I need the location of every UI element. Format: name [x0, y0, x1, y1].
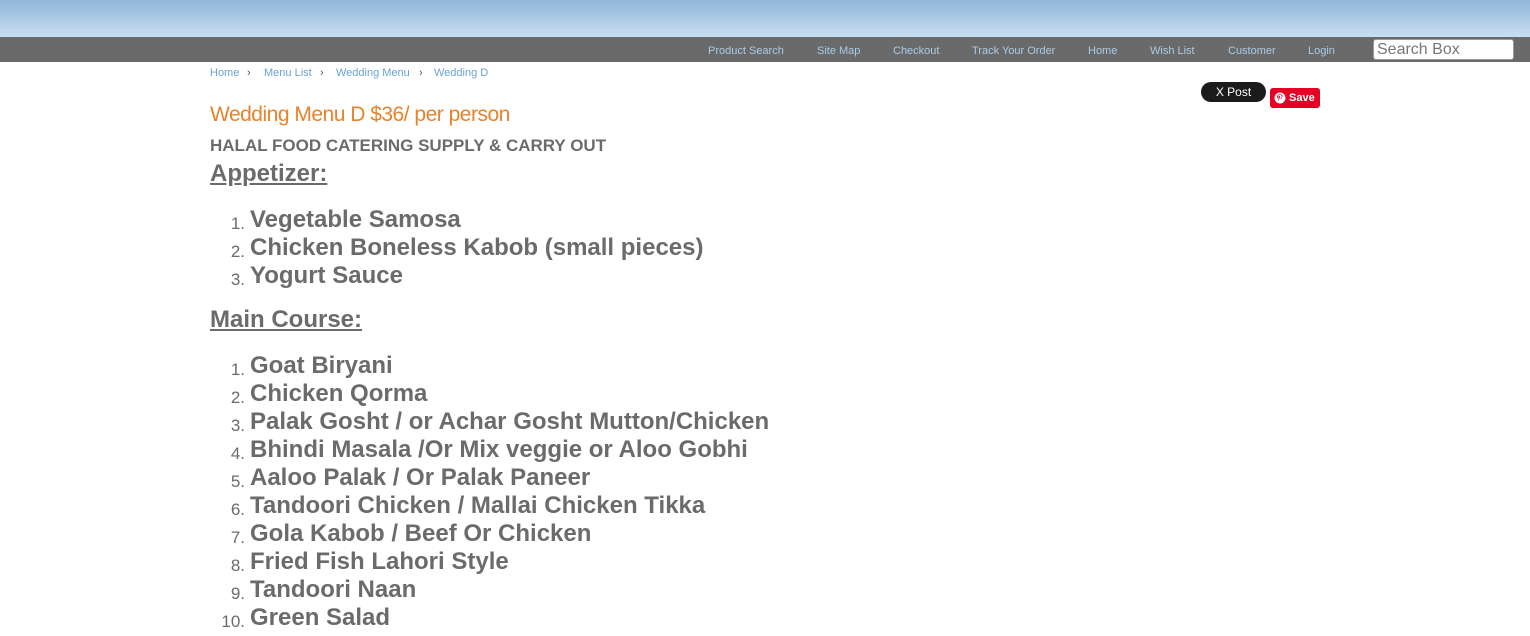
- menu-item-text: Chicken Boneless Kabob (small pieces): [250, 234, 704, 261]
- breadcrumb-wedding-menu[interactable]: Wedding Menu: [336, 67, 410, 79]
- nav-product-search[interactable]: Product Search: [708, 45, 784, 57]
- menu-item-text: Chicken Qorma: [250, 380, 428, 407]
- menu-item-text: Palak Gosht / or Achar Gosht Mutton/Chic…: [250, 408, 770, 435]
- breadcrumb-wedding-d[interactable]: Wedding D: [434, 67, 488, 79]
- menu-item-text: Bhindi Masala /Or Mix veggie or Aloo Gob…: [250, 436, 748, 463]
- chevron-right-icon: ›: [419, 67, 423, 79]
- menu-item-text: Vegetable Samosa: [250, 206, 461, 233]
- nav-checkout[interactable]: Checkout: [893, 45, 939, 57]
- main-course-heading: Main Course:: [210, 306, 363, 333]
- appetizer-heading: Appetizer:: [210, 160, 328, 187]
- menu-item-text: Gola Kabob / Beef Or Chicken: [250, 520, 592, 547]
- pinterest-icon: [1274, 92, 1286, 104]
- nav-home[interactable]: Home: [1088, 45, 1117, 57]
- chevron-right-icon: ›: [247, 67, 251, 79]
- menu-item-text: Aaloo Palak / Or Palak Paneer: [250, 464, 591, 491]
- top-banner: [0, 0, 1530, 37]
- nav-login[interactable]: Login: [1308, 45, 1335, 57]
- breadcrumb-home[interactable]: Home: [210, 67, 239, 79]
- page-title: Wedding Menu D $36/ per person: [210, 103, 510, 126]
- menu-item-text: Green Salad: [250, 604, 391, 631]
- tweet-button[interactable]: X Post: [1201, 82, 1266, 102]
- menu-item-text: Tandoori Chicken / Mallai Chicken Tikka: [250, 492, 706, 519]
- menu-item-text: Goat Biryani: [250, 352, 393, 379]
- menu-item-text: Fried Fish Lahori Style: [250, 548, 509, 575]
- save-label: Save: [1289, 92, 1315, 104]
- page-subtitle: HALAL FOOD CATERING SUPPLY & CARRY OUT: [210, 136, 607, 155]
- nav-customer[interactable]: Customer: [1228, 45, 1276, 57]
- menu-item-text: Yogurt Sauce: [250, 262, 403, 289]
- menu-item-text: Tandoori Naan: [250, 576, 417, 603]
- pinterest-save-button[interactable]: Save: [1270, 88, 1320, 108]
- breadcrumb-menu-list[interactable]: Menu List: [264, 67, 312, 79]
- top-navigation: Product Search Site Map Checkout Track Y…: [0, 37, 1530, 62]
- chevron-right-icon: ›: [320, 67, 324, 79]
- nav-site-map[interactable]: Site Map: [817, 45, 860, 57]
- nav-track-your-order[interactable]: Track Your Order: [972, 45, 1055, 57]
- search-input[interactable]: [1373, 39, 1514, 60]
- nav-wish-list[interactable]: Wish List: [1150, 45, 1195, 57]
